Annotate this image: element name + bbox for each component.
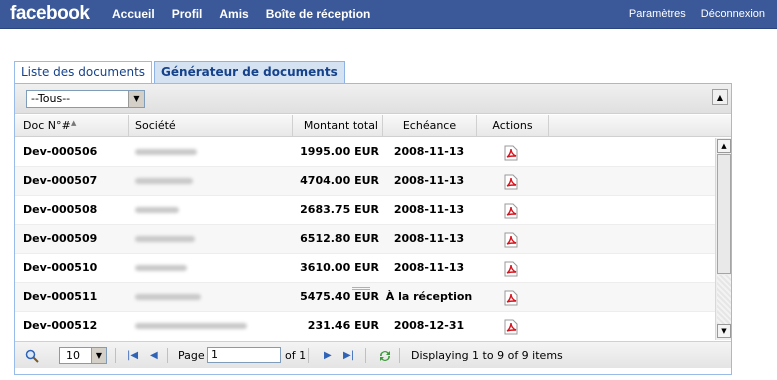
table-row[interactable]: Dev-000510 3610.00 EUR 2008-11-13 (15, 254, 715, 283)
next-page-icon[interactable]: ▶ (324, 350, 332, 361)
company-name-redacted (135, 254, 187, 282)
due-date: 2008-11-13 (393, 203, 465, 216)
grid-header: ▲ Doc N°# Société Montant total Echéance… (15, 115, 731, 137)
column-actions[interactable]: Actions (477, 115, 549, 137)
pagination-summary: Displaying 1 to 9 of 9 items (411, 349, 563, 362)
due-date: 2008-11-13 (393, 232, 465, 245)
doc-number: Dev-000510 (23, 261, 98, 274)
table-row[interactable]: Dev-000507 4704.00 EUR 2008-11-13 (15, 167, 715, 196)
prev-page-icon[interactable]: ◀ (150, 350, 158, 361)
column-montant[interactable]: Montant total (293, 115, 383, 137)
scroll-down-icon[interactable]: ▼ (717, 324, 731, 338)
due-date: 2008-11-13 (393, 174, 465, 187)
documents-panel: --Tous-- ▼ ▲ ▲ Doc N°# Société Montant t… (14, 83, 732, 375)
filter-select[interactable]: --Tous-- ▼ (26, 90, 145, 108)
company-name-redacted (135, 312, 247, 340)
pdf-icon[interactable] (477, 167, 545, 195)
divider (115, 348, 116, 363)
doc-number: Dev-000507 (23, 174, 98, 187)
search-icon[interactable] (25, 342, 39, 369)
vertical-scrollbar[interactable]: ▲ ▼ (715, 138, 731, 340)
table-row[interactable]: Dev-000509 6512.80 EUR 2008-11-13 (15, 225, 715, 254)
page-size-select[interactable]: 10 ▼ (59, 347, 107, 364)
chevron-down-icon[interactable]: ▼ (128, 91, 144, 107)
column-echeance[interactable]: Echéance (383, 115, 477, 137)
due-date: 2008-11-13 (393, 261, 465, 274)
table-row[interactable]: Dev-000512 231.46 EUR 2008-12-31 (15, 312, 715, 340)
column-doc-number[interactable]: ▲ Doc N°# (15, 115, 129, 137)
divider (399, 348, 400, 363)
doc-number: Dev-000508 (23, 203, 98, 216)
sort-asc-icon: ▲ (71, 119, 77, 127)
amount: 1995.00 EUR (300, 145, 379, 158)
last-page-icon[interactable]: ▶| (343, 350, 354, 361)
refresh-icon[interactable] (377, 342, 393, 369)
grid-toolbar: --Tous-- ▼ ▲ (15, 84, 731, 114)
divider (167, 348, 168, 363)
first-page-icon[interactable]: |◀ (127, 350, 138, 361)
pdf-icon[interactable] (477, 254, 545, 282)
company-name-redacted (135, 167, 193, 195)
company-name-redacted (135, 225, 195, 253)
pdf-icon[interactable] (477, 312, 545, 340)
resize-handle[interactable] (352, 287, 370, 290)
column-societe[interactable]: Société (129, 115, 293, 137)
pdf-icon[interactable] (477, 138, 545, 166)
top-bar: facebook Accueil Profil Amis Boîte de ré… (0, 0, 777, 29)
scroll-track[interactable] (717, 275, 731, 324)
company-name-redacted (135, 283, 201, 311)
facebook-logo[interactable]: facebook (10, 3, 90, 25)
pdf-icon[interactable] (477, 225, 545, 253)
table-row[interactable]: Dev-000508 2683.75 EUR 2008-11-13 (15, 196, 715, 225)
table-row[interactable]: Dev-000506 1995.00 EUR 2008-11-13 (15, 138, 715, 167)
amount: 3610.00 EUR (300, 261, 379, 274)
pdf-icon[interactable] (477, 196, 545, 224)
collapse-up-icon[interactable]: ▲ (712, 89, 728, 105)
tab-document-list[interactable]: Liste des documents (14, 61, 153, 84)
nav-inbox[interactable]: Boîte de réception (266, 7, 371, 21)
grid-body: Dev-000506 1995.00 EUR 2008-11-13 Dev-00… (15, 138, 715, 340)
pagination-bar: 10 ▼ |◀ ◀ Page 1 of 1 ▶ ▶| Displaying 1 … (15, 341, 731, 368)
page-of-label: of 1 (285, 349, 307, 362)
amount: 2683.75 EUR (300, 203, 379, 216)
chevron-down-icon[interactable]: ▼ (91, 348, 106, 363)
due-date: À la réception (385, 290, 473, 303)
nav-amis[interactable]: Amis (219, 7, 248, 21)
tab-document-generator[interactable]: Générateur de documents (154, 61, 345, 83)
amount: 231.46 EUR (307, 319, 379, 332)
doc-number: Dev-000506 (23, 145, 98, 158)
nav-logout[interactable]: Déconnexion (701, 8, 765, 20)
doc-number: Dev-000509 (23, 232, 98, 245)
tab-bar: Liste des documents Générateur de docume… (14, 61, 347, 84)
nav-profil[interactable]: Profil (172, 7, 203, 21)
pdf-icon[interactable] (477, 283, 545, 311)
page-number-input[interactable]: 1 (207, 347, 281, 363)
scroll-thumb[interactable] (717, 154, 731, 274)
due-date: 2008-12-31 (393, 319, 465, 332)
filter-value: --Tous-- (31, 92, 71, 105)
amount: 4704.00 EUR (300, 174, 379, 187)
amount: 6512.80 EUR (300, 232, 379, 245)
company-name-redacted (135, 138, 197, 166)
nav-accueil[interactable]: Accueil (112, 7, 155, 21)
scroll-up-icon[interactable]: ▲ (717, 139, 731, 153)
company-name-redacted (135, 196, 179, 224)
main-nav: Accueil Profil Amis Boîte de réception (112, 7, 387, 21)
doc-number: Dev-000512 (23, 319, 98, 332)
divider (365, 348, 366, 363)
divider (308, 348, 309, 363)
page-size-value: 10 (66, 349, 80, 362)
doc-number: Dev-000511 (23, 290, 98, 303)
account-nav: Paramètres Déconnexion (614, 8, 765, 20)
page-label: Page (178, 349, 205, 362)
due-date: 2008-11-13 (393, 145, 465, 158)
nav-settings[interactable]: Paramètres (629, 8, 686, 20)
